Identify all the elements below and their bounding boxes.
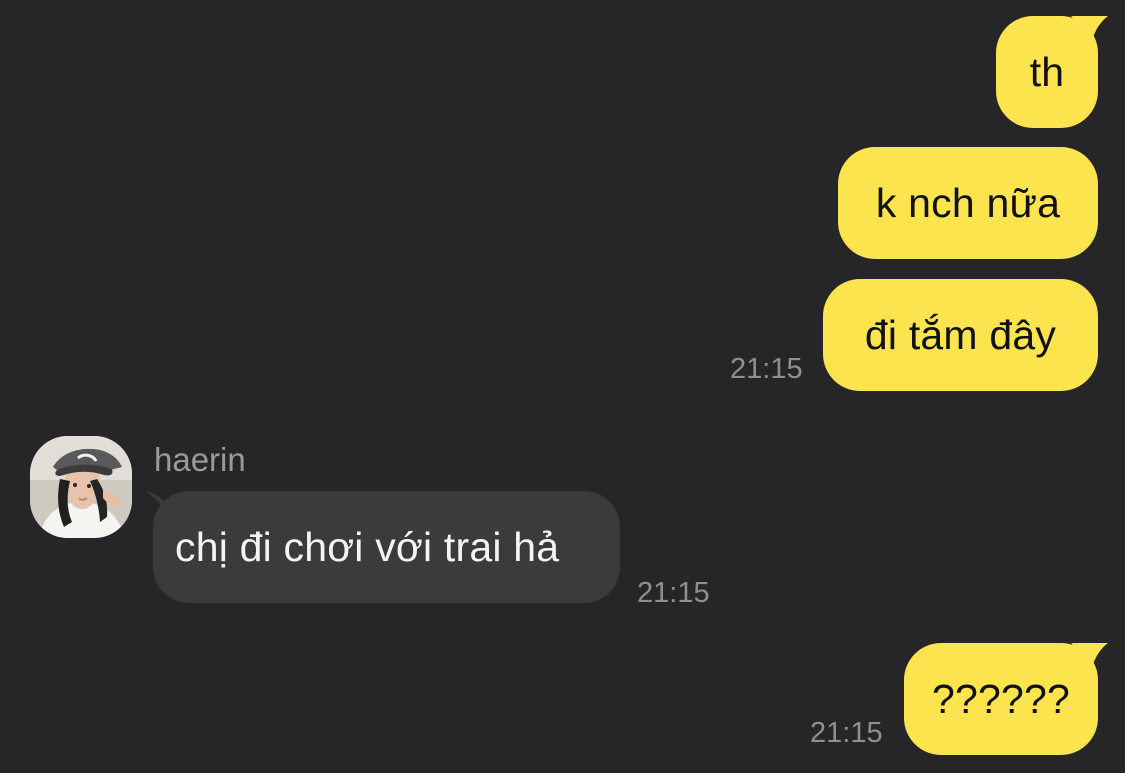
- sender-name: haerin: [154, 441, 246, 478]
- message-bubble-outgoing[interactable]: k nch nữa: [838, 147, 1098, 259]
- message-bubble-outgoing[interactable]: ??????: [904, 643, 1098, 755]
- message-bubble-outgoing[interactable]: th: [996, 16, 1098, 128]
- message-text: k nch nữa: [875, 179, 1061, 226]
- message-timestamp: 21:15: [637, 577, 710, 609]
- message-bubble-outgoing[interactable]: đi tắm đây: [823, 279, 1098, 391]
- message-text: th: [1029, 48, 1065, 95]
- message-timestamp: 21:15: [730, 353, 803, 385]
- avatar[interactable]: [30, 436, 132, 538]
- message-text: đi tắm đây: [864, 311, 1057, 358]
- message-bubble-incoming[interactable]: chị đi chơi với trai hả: [153, 491, 620, 603]
- message-text: chị đi chơi với trai hả: [175, 523, 560, 570]
- message-timestamp: 21:15: [810, 717, 883, 749]
- message-text: ??????: [931, 675, 1070, 722]
- chat-screen: th k nch nữa 21:15 đi tắm đây haerin chị…: [0, 0, 1125, 773]
- avatar-photo-icon: [30, 436, 132, 538]
